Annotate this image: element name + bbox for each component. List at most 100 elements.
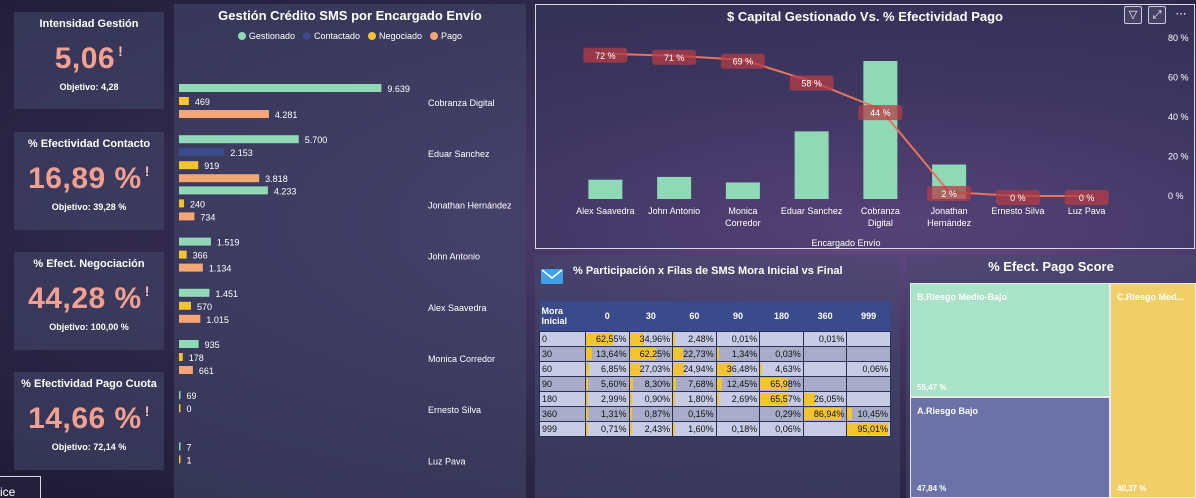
treemap-tile-riesgo-medio[interactable]: C.Riesgo Med... 40,37 % — [1110, 283, 1196, 498]
table-cell: 2,43% — [628, 420, 674, 437]
capital-bar — [657, 176, 692, 199]
legend-item-pago[interactable]: Pago — [430, 31, 462, 41]
table-cell: 62,55% — [585, 330, 630, 347]
table-cell: 8,30% — [628, 375, 674, 392]
table-cell: 0,06% — [846, 360, 891, 377]
cell-value: 1,31% — [601, 408, 627, 419]
kpi-card-efectividad-pago-cuota: % Efectividad Pago Cuota 14,66 %! Objeti… — [14, 372, 164, 470]
table-row[interactable]: 30 13,64% 62,25% 22,73% 1,34% 0,03% — [539, 345, 891, 362]
table-row[interactable]: 180 2,99% 0,90% 1,80% 2,69% 65,57% 26,05% — [539, 390, 891, 407]
data-bar — [673, 332, 676, 345]
legend-label: Pago — [441, 31, 463, 41]
cell-value: 65,98% — [770, 378, 801, 389]
mora-matrix: Mora Inicial 0 30 60 90 180 360 999 0 62,… — [539, 301, 891, 437]
table-cell — [846, 345, 891, 362]
table-row[interactable]: 360 1,31% 0,87% 0,15% 0,29% 86,94% 10,45% — [539, 405, 891, 422]
table-cell: 34,96% — [628, 330, 674, 347]
cell-value: 6,85% — [601, 363, 627, 374]
cell-value: 10,45% — [857, 408, 888, 419]
tile-value: 55,47 % — [917, 383, 947, 392]
bar-negociado — [179, 404, 181, 413]
page-tab[interactable]: ice — [0, 476, 41, 498]
column-header[interactable]: 180 — [759, 301, 804, 331]
cell-value: 65,57% — [770, 393, 801, 404]
column-header[interactable]: Mora Inicial — [539, 301, 586, 331]
column-header[interactable]: 360 — [803, 301, 847, 331]
data-label: 1.451 — [215, 289, 238, 299]
filter-icon[interactable]: ▽ — [1124, 6, 1142, 24]
treemap-tile-riesgo-bajo[interactable]: A.Riesgo Bajo 47,84 % — [910, 397, 1110, 498]
data-label: 0 — [187, 404, 192, 414]
table-row[interactable]: 999 0,71% 2,43% 1,60% 0,18% 0,06% 95,01% — [539, 420, 891, 437]
row-header: 360 — [539, 405, 586, 422]
table-cell: 1,34% — [715, 345, 761, 362]
data-label: 366 — [193, 251, 208, 261]
row-header: 180 — [539, 390, 586, 407]
bar-negociado — [179, 250, 187, 259]
kpi-value: 16,89 %! — [28, 162, 150, 195]
table-cell: 95,01% — [846, 420, 891, 437]
data-bar — [586, 407, 588, 420]
column-header[interactable]: 60 — [672, 301, 717, 331]
x-tick-label: Hernández — [927, 218, 972, 228]
bar-pago — [179, 263, 203, 272]
cell-value: 8,30% — [644, 378, 671, 389]
line-data-label: 0 % — [1010, 193, 1026, 203]
cell-value: 13,64% — [596, 348, 627, 359]
x-tick-label: Ernesto Silva — [991, 206, 1044, 216]
category-label: Cobranza Digital — [428, 98, 495, 108]
capital-combo-chart[interactable]: Alex Saavedra John Antonio Monica Corredor E… — [536, 23, 1194, 248]
data-bar — [847, 407, 852, 420]
data-bar — [629, 407, 632, 420]
bar-pago — [179, 314, 201, 323]
table-cell: 13,64% — [585, 345, 630, 362]
bar-pago — [179, 110, 269, 118]
more-options-icon[interactable]: ⋯ — [1172, 6, 1190, 24]
x-tick-label: Corredor — [725, 218, 761, 228]
kpi-title: % Efectividad Pago Cuota — [21, 378, 157, 390]
category-label: Monica Corredor — [428, 354, 495, 364]
table-row[interactable]: 0 62,55% 34,96% 2,48% 0,01% 0,01% — [539, 330, 891, 347]
cell-value: 0,87% — [644, 408, 671, 419]
column-header[interactable]: 999 — [846, 301, 891, 331]
legend-item-gestionado[interactable]: Gestionado — [237, 31, 295, 41]
sms-chart-legend: Gestionado Contactado Negociado Pago — [174, 31, 526, 41]
score-panel: % Efect. Pago Score B.Riesgo Medio-Bajo … — [906, 255, 1196, 498]
x-tick-label: Cobranza — [861, 206, 900, 216]
cell-value: 2,99% — [601, 393, 627, 404]
sms-bar-chart[interactable]: 9.639 469 4.281 Cobranza Digital 5.700 2.153 9… — [174, 64, 526, 494]
legend-item-negociado[interactable]: Negociado — [368, 31, 422, 41]
data-bar — [673, 392, 676, 405]
tile-label: C.Riesgo Med... — [1117, 292, 1185, 302]
x-tick-label: Eduar Sanchez — [781, 206, 843, 216]
data-label: 935 — [205, 340, 220, 350]
focus-mode-icon[interactable]: ⤢ — [1148, 6, 1166, 24]
x-tick-label: John Antonio — [648, 206, 700, 216]
line-data-label: 69 % — [733, 57, 754, 67]
cell-value: 36,48% — [726, 363, 758, 374]
data-label: 5.700 — [305, 135, 328, 145]
column-header[interactable]: 0 — [585, 301, 630, 331]
bar-negociado — [179, 455, 181, 464]
cell-value: 26,05% — [813, 393, 845, 404]
table-cell: 1,60% — [672, 420, 717, 437]
cell-value: 5,60% — [601, 378, 627, 389]
cell-value: 0,15% — [688, 408, 714, 419]
cell-value: 7,68% — [688, 378, 714, 389]
data-bar — [586, 362, 589, 375]
table-cell: 0,71% — [585, 420, 630, 437]
tile-label: B.Riesgo Medio-Bajo — [917, 292, 1008, 302]
alert-icon: ! — [118, 43, 124, 59]
table-row[interactable]: 60 6,85% 27,03% 24,94% 36,48% 4,63% 0,06% — [539, 360, 891, 377]
table-cell: 1,80% — [672, 390, 717, 407]
table-cell: 0,01% — [715, 330, 761, 347]
legend-label: Negociado — [379, 31, 423, 41]
table-row[interactable]: 90 5,60% 8,30% 7,68% 12,45% 65,98% — [539, 375, 891, 392]
column-header[interactable]: 30 — [629, 301, 673, 331]
legend-item-contactado[interactable]: Contactado — [302, 31, 360, 41]
treemap-tile-riesgo-medio-bajo[interactable]: B.Riesgo Medio-Bajo 55,47 % — [910, 283, 1110, 397]
data-bar — [673, 422, 676, 435]
cell-value: 86,94% — [813, 408, 845, 419]
cell-value: 2,69% — [731, 393, 758, 404]
column-header[interactable]: 90 — [716, 301, 760, 331]
